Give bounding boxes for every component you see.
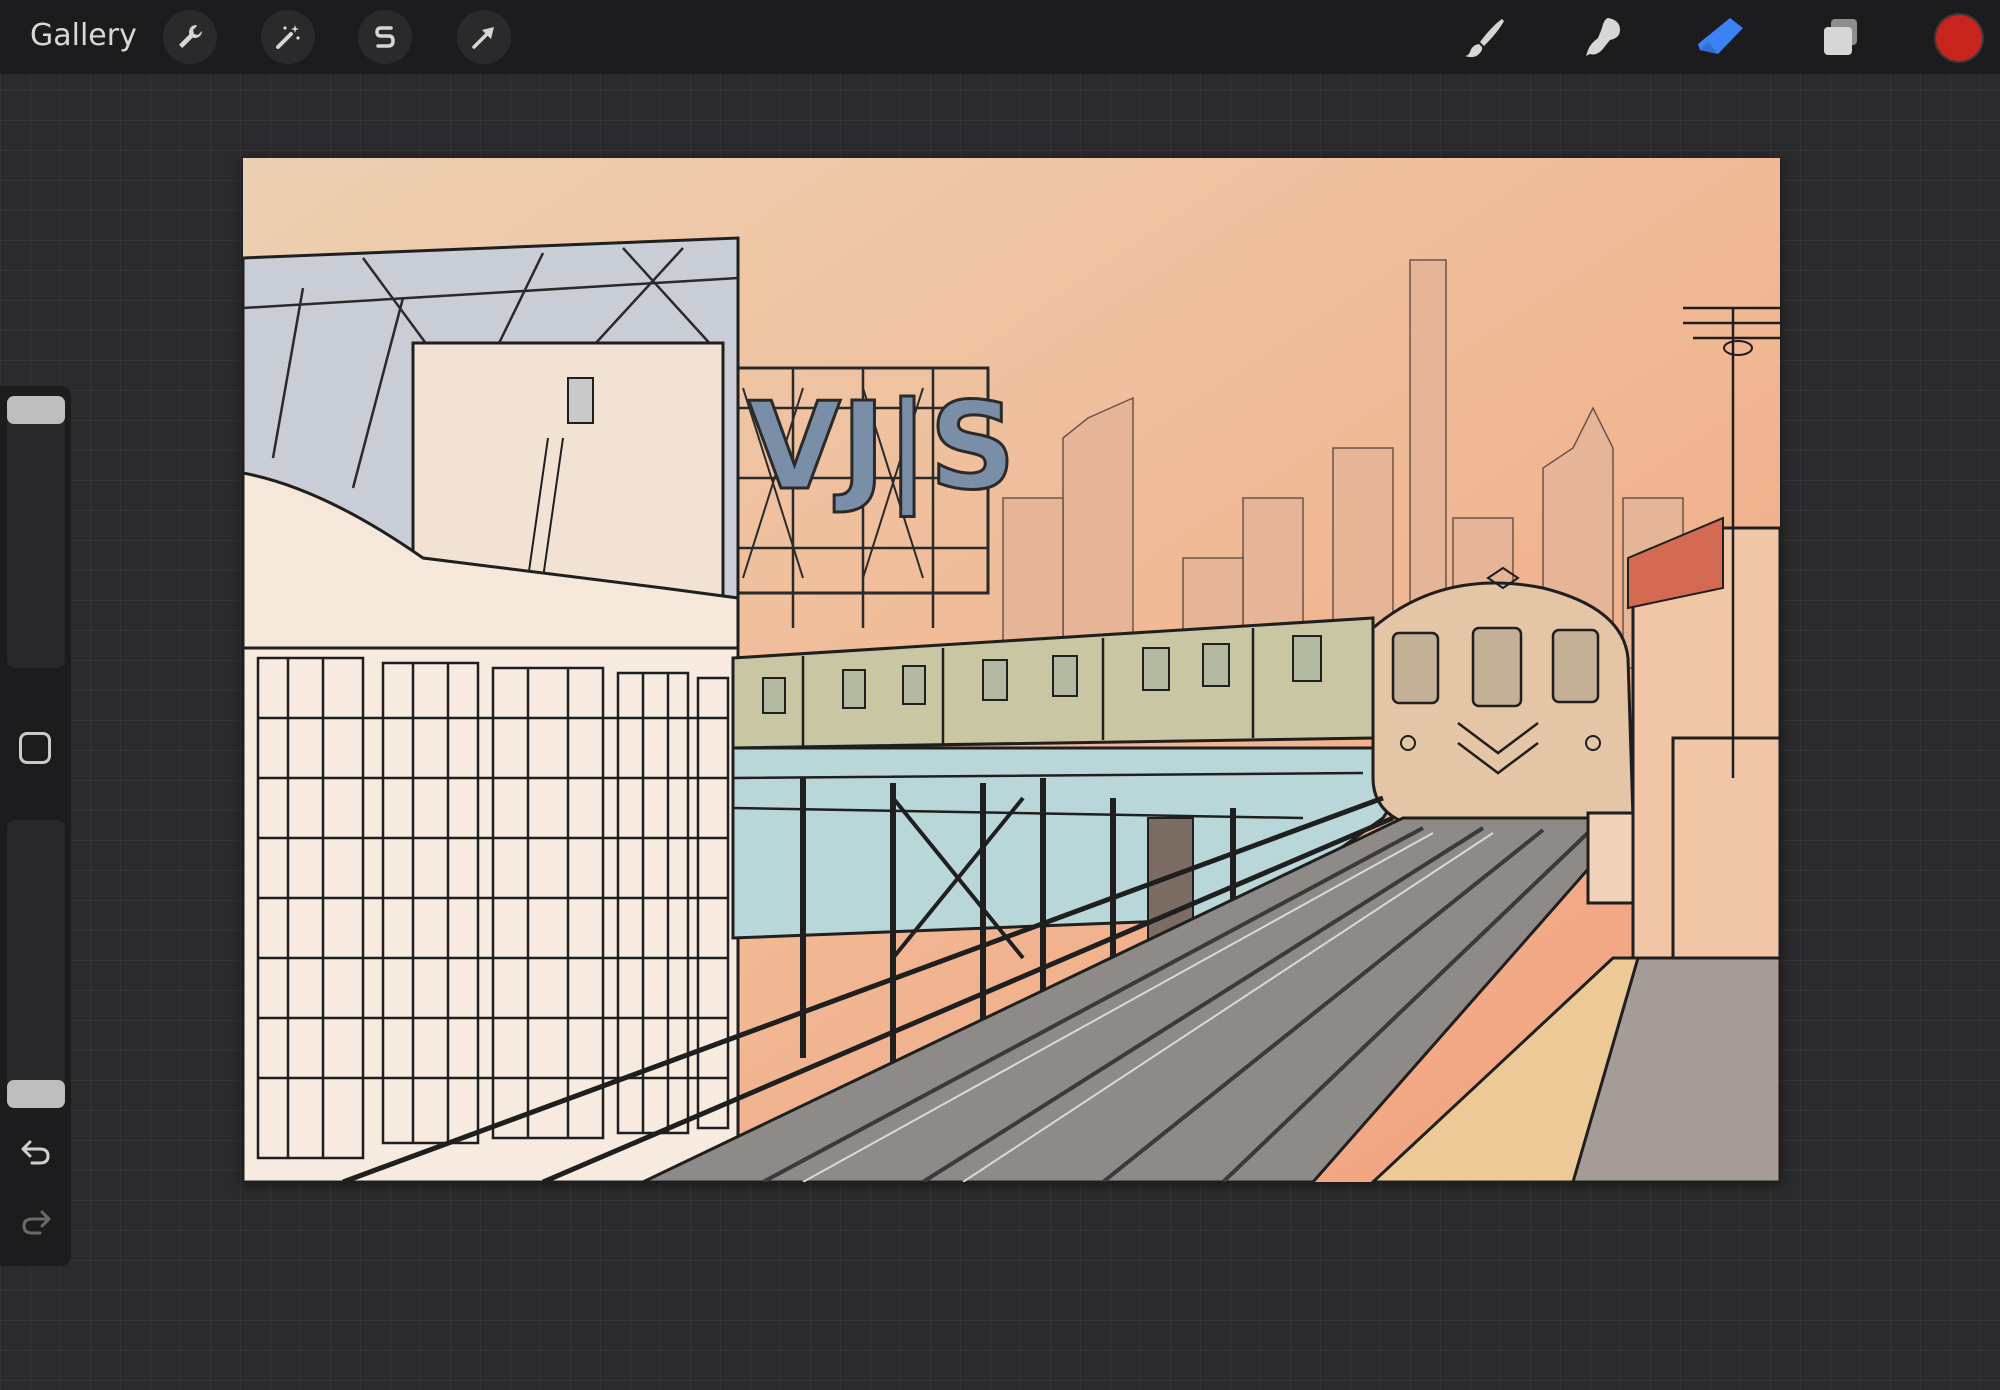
left-building (243, 236, 740, 1182)
opacity-slider[interactable] (7, 820, 65, 1088)
artwork-illustration: VJ|S (243, 158, 1780, 1182)
sign-text: VJ|S (748, 378, 1016, 517)
gallery-button[interactable]: Gallery (30, 18, 137, 53)
selection-s-icon[interactable] (358, 10, 412, 64)
layers-icon[interactable] (1816, 12, 1866, 62)
modify-square-button[interactable] (19, 732, 51, 764)
brush-size-slider[interactable] (7, 396, 65, 668)
brush-size-knob[interactable] (7, 396, 65, 424)
left-sidebar (0, 386, 71, 1266)
brush-icon[interactable] (1460, 12, 1510, 62)
undo-icon[interactable] (18, 1134, 54, 1170)
drawing-canvas[interactable]: VJ|S (243, 158, 1780, 1182)
top-toolbar: Gallery (0, 0, 2000, 74)
wrench-icon[interactable] (163, 10, 217, 64)
smudge-icon[interactable] (1578, 12, 1628, 62)
magic-wand-icon[interactable] (261, 10, 315, 64)
eraser-icon[interactable] (1696, 12, 1746, 62)
transform-arrow-icon[interactable] (457, 10, 511, 64)
redo-icon[interactable] (18, 1204, 54, 1240)
color-picker-button[interactable] (1936, 15, 1982, 61)
opacity-knob[interactable] (7, 1080, 65, 1108)
